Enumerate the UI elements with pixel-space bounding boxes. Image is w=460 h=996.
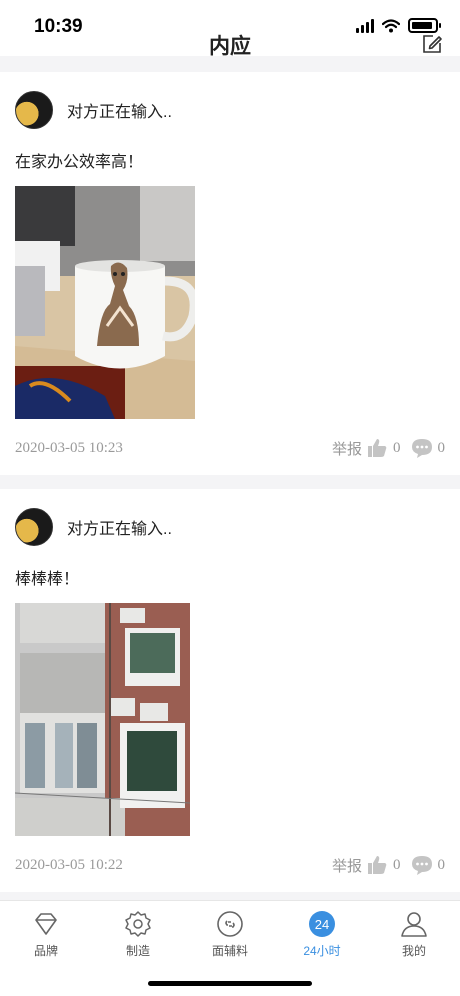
post-actions: 举报 0 0 [332, 854, 445, 876]
tab-badge: 24 [315, 917, 329, 932]
gear-icon [124, 910, 152, 938]
tab-manufacture[interactable]: 制造 [92, 901, 184, 963]
avatar[interactable] [15, 508, 53, 546]
report-button[interactable]: 举报 [332, 855, 362, 876]
tab-label: 我的 [401, 944, 426, 958]
tab-label: 24小时 [303, 944, 341, 958]
person-icon [400, 910, 428, 938]
post-header: 对方正在输入.. [15, 507, 445, 547]
tab-label: 品牌 [33, 944, 58, 958]
post-timestamp: 2020-03-05 10:22 [15, 856, 123, 873]
comment-icon [411, 856, 432, 875]
thumbs-up-icon [368, 439, 387, 457]
tab-mine[interactable]: 我的 [368, 901, 460, 963]
like-button[interactable] [366, 854, 388, 876]
like-button[interactable] [366, 437, 388, 459]
post-meta: 2020-03-05 10:22 举报 0 0 [15, 854, 445, 876]
tab-24h[interactable]: 24 24小时 [276, 901, 368, 963]
building-photo[interactable] [15, 603, 190, 836]
tab-materials[interactable]: 面辅料 [184, 901, 276, 963]
avatar[interactable] [15, 91, 53, 129]
comment-icon [411, 439, 432, 458]
report-button[interactable]: 举报 [332, 438, 362, 459]
compose-button[interactable] [418, 30, 446, 58]
24-badge-icon: 24 [308, 910, 336, 938]
tab-brand[interactable]: 品牌 [0, 901, 92, 963]
tab-label: 制造 [125, 944, 150, 958]
post-card[interactable]: 对方正在输入.. 在家办公效率高！ 2020-03-05 10:23 举报 0 … [0, 72, 460, 475]
comment-count: 0 [437, 856, 446, 873]
nav-bar: 内应 [0, 26, 460, 70]
diamond-icon [32, 910, 60, 938]
page-title: 内应 [209, 35, 251, 58]
post-feed[interactable]: 对方正在输入.. 在家办公效率高！ 2020-03-05 10:23 举报 0 … [0, 72, 460, 906]
post-card[interactable]: 对方正在输入.. 棒棒棒！ 2020-03-05 10:22 举报 0 0 [0, 489, 460, 892]
home-indicator[interactable] [148, 981, 312, 986]
like-count: 0 [393, 439, 401, 456]
comment-count: 0 [437, 439, 446, 456]
comment-button[interactable] [411, 854, 433, 876]
post-header: 对方正在输入.. [15, 90, 445, 130]
post-timestamp: 2020-03-05 10:23 [15, 439, 123, 456]
post-text: 在家办公效率高！ [15, 154, 144, 171]
post-actions: 举报 0 0 [332, 437, 445, 459]
username[interactable]: 对方正在输入.. [67, 515, 172, 539]
username[interactable]: 对方正在输入.. [67, 98, 172, 122]
post-text: 棒棒棒！ [15, 571, 80, 588]
giraffe-mug-photo[interactable] [15, 186, 195, 419]
post-meta: 2020-03-05 10:23 举报 0 0 [15, 437, 445, 459]
thumbs-up-icon [368, 856, 387, 874]
link-circle-icon [216, 910, 244, 938]
tab-bar: 品牌 制造 面辅料 24 24小时 我的 [0, 900, 460, 996]
edit-icon [423, 35, 442, 53]
comment-button[interactable] [411, 437, 433, 459]
tab-label: 面辅料 [211, 944, 248, 958]
like-count: 0 [393, 856, 401, 873]
